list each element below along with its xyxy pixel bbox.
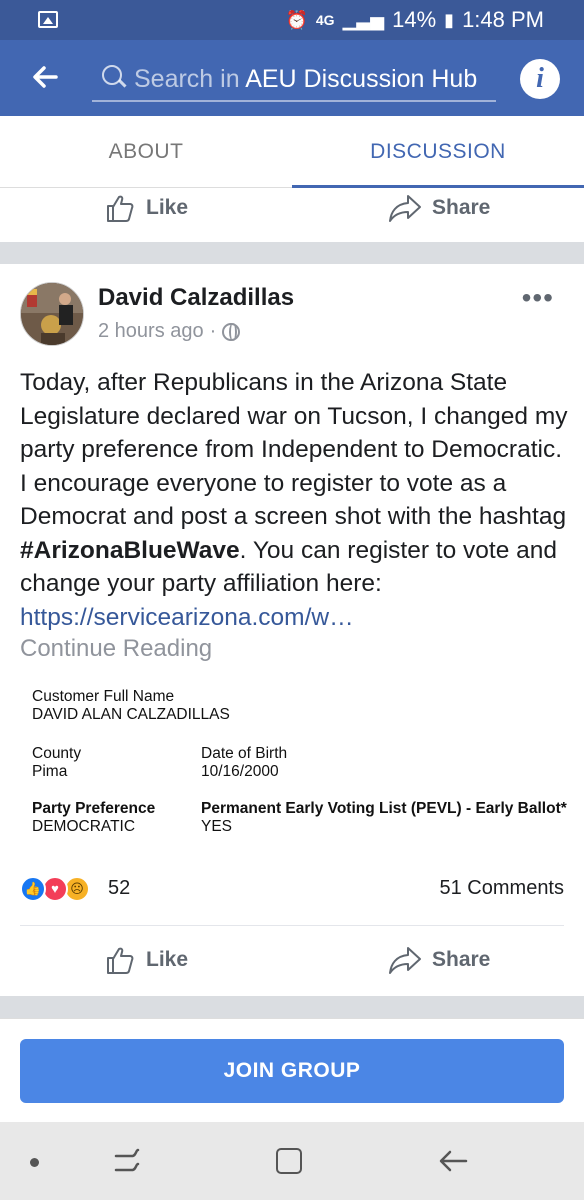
join-group-button[interactable]: JOIN GROUP [20,1039,564,1103]
status-bar: ⏰ 4G ▁▃▅ 14% ▮ 1:48 PM [0,0,584,40]
name-value: DAVID ALAN CALZADILLAS [32,706,230,723]
party-field: Party Preference DEMOCRATIC [32,800,155,836]
reaction-count: 52 [108,877,131,899]
like-button[interactable]: Like [104,944,188,976]
avatar[interactable] [20,282,84,346]
battery-percentage: 14% [392,7,437,32]
share-label: Share [432,948,491,971]
signal-icon: ▁▃▅ [342,9,385,30]
search-placeholder-group: AEU Discussion Hub [245,64,478,93]
thumbs-up-icon [104,944,136,976]
reaction-icons: 👍 ♥ ☹ [20,876,100,904]
feed-separator [0,242,584,264]
like-label: Like [146,196,189,219]
share-button[interactable]: Share [388,944,490,976]
dob-field: Date of Birth 10/16/2000 [201,745,287,781]
share-label: Share [432,196,491,219]
continue-reading-link[interactable]: Continue Reading [20,635,212,663]
pevl-value: YES [201,818,233,835]
name-label: Customer Full Name [32,688,175,705]
search-bar[interactable]: Search in AEU Discussion Hub [92,58,496,102]
dob-label: Date of Birth [201,745,288,762]
tab-discussion[interactable]: DISCUSSION [292,116,584,188]
post-meta: 2 hours ago · [98,320,241,343]
search-placeholder-prefix: Search in [134,64,240,93]
battery-icon: ▮ [444,9,455,30]
info-icon[interactable]: i [520,59,560,99]
post-author[interactable]: David Calzadillas [98,284,294,312]
thumbs-up-icon [104,192,136,224]
post-body: Today, after Republicans in the Arizona … [20,366,568,634]
tab-bar: ABOUT DISCUSSION [0,116,584,188]
feed-separator [0,996,584,1018]
search-icon [98,61,134,97]
dob-value: 10/16/2000 [201,763,279,780]
share-arrow-icon [388,944,422,976]
post-header: David Calzadillas 2 hours ago · ••• [20,282,564,352]
previous-post-actions: Like Share [0,186,584,236]
meta-separator: · [209,320,217,342]
county-label: County [32,745,82,762]
county-field: County Pima [32,745,81,781]
party-value: DEMOCRATIC [32,818,136,835]
recents-icon[interactable] [112,1146,142,1176]
back-arrow-icon[interactable] [28,60,64,96]
comments-count[interactable]: 51 Comments [440,877,565,900]
status-time: 1:48 PM [462,7,544,32]
party-label: Party Preference [32,800,156,817]
alarm-icon: ⏰ [285,9,308,30]
post-time[interactable]: 2 hours ago [98,320,204,343]
pevl-field: Permanent Early Voting List (PEVL) - Ear… [201,800,567,836]
county-value: Pima [32,763,68,780]
tab-about[interactable]: ABOUT [0,116,292,188]
post-hashtag[interactable]: #ArizonaBlueWave [20,537,240,564]
post-actions: Like Share [0,938,584,988]
more-options-icon[interactable]: ••• [522,282,554,314]
gallery-notification-icon [38,11,58,28]
post-link[interactable]: https://servicearizona.com/w… [20,604,354,631]
post-text-part1: Today, after Republicans in the Arizona … [20,369,568,530]
home-icon[interactable] [276,1148,302,1174]
back-nav-icon[interactable] [436,1146,470,1176]
pevl-label: Permanent Early Voting List (PEVL) - Ear… [201,800,567,817]
system-nav-bar [0,1122,584,1200]
like-button[interactable]: Like [104,192,188,224]
name-field: Customer Full Name DAVID ALAN CALZADILLA… [32,688,230,724]
app-bar: Search in AEU Discussion Hub i [0,40,584,116]
status-indicators: ⏰ 4G ▁▃▅ 14% ▮ 1:48 PM [285,7,544,33]
search-placeholder[interactable]: Search in AEU Discussion Hub [134,65,477,94]
public-globe-icon [222,322,241,341]
like-reaction-icon: 👍 [20,876,46,902]
network-indicator: 4G [315,12,335,28]
share-button[interactable]: Share [388,192,490,224]
join-group-bar: JOIN GROUP [0,1018,584,1122]
share-arrow-icon [388,192,422,224]
reactions-summary[interactable]: 👍 ♥ ☹ 52 51 Comments [20,874,564,906]
like-label: Like [146,948,189,971]
divider [20,925,564,926]
nav-dot-icon[interactable] [30,1158,39,1167]
